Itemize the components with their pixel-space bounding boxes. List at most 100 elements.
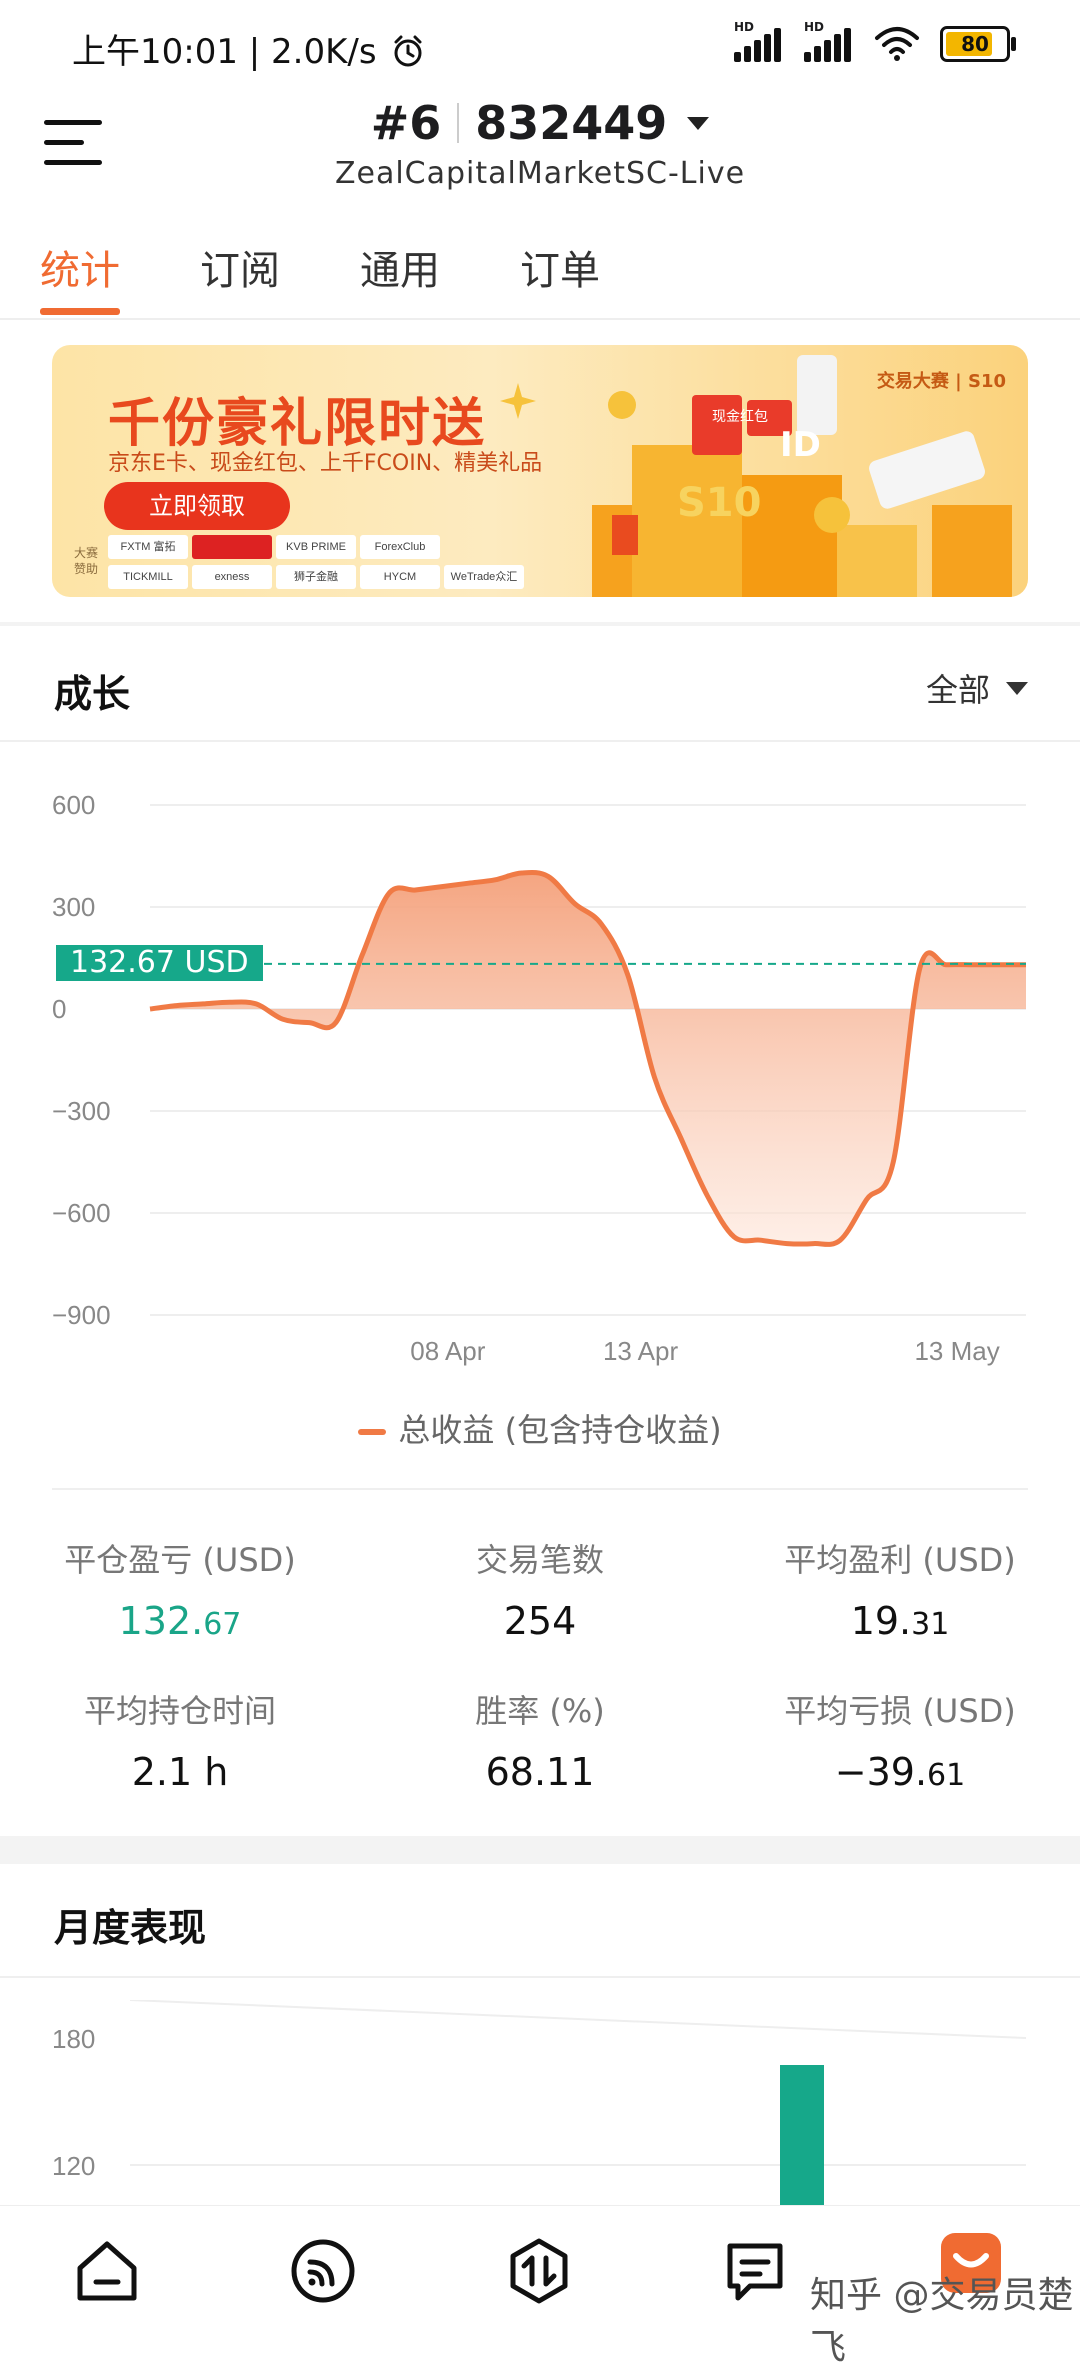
- stat-label: 平均亏损 (USD): [784, 1692, 1016, 1730]
- chevron-down-icon: [1006, 681, 1028, 695]
- y-tick-label: −600: [52, 1198, 111, 1228]
- sponsor-logo: TICKMILL: [108, 565, 188, 589]
- stat-int: 19.: [850, 1599, 912, 1643]
- x-tick-label: 13 May: [914, 1336, 999, 1366]
- promo-banner[interactable]: 千份豪礼限时送 京东E卡、现金红包、上千FCOIN、精美礼品 立即领取 大赛赞助…: [52, 345, 1028, 597]
- stat-value: 254: [360, 1599, 720, 1643]
- stat-trade-count: 交易笔数 254: [360, 1535, 720, 1643]
- id-badge: ID: [780, 425, 821, 465]
- sponsor-logo: 狮子金融: [276, 565, 356, 589]
- sponsor-label: 大赛赞助: [74, 546, 99, 576]
- stat-avg-hold-time: 平均持仓时间 2.1 h: [0, 1686, 360, 1794]
- stat-dec: 61: [927, 1758, 966, 1793]
- stat-label: 平均盈利 (USD): [784, 1541, 1016, 1579]
- hd-label-2: HD: [804, 20, 825, 34]
- tab-bar: 统计 订阅 通用 订单: [0, 228, 1080, 320]
- account-separator: [457, 103, 460, 143]
- y-tick-label: 0: [52, 994, 66, 1024]
- y-axis-labels: 600 300 0 −300 −600 −900: [52, 790, 111, 1330]
- signal-icon-2: HD: [804, 20, 854, 62]
- growth-filter-dropdown[interactable]: 全部: [926, 665, 1028, 711]
- stat-label: 胜率 (%): [475, 1692, 605, 1730]
- stat-int: 2.1 h: [131, 1750, 229, 1794]
- sponsor-logo: [444, 535, 524, 559]
- section-divider: [0, 1976, 1080, 1978]
- chart-legend: 总收益 (包含持仓收益): [0, 1405, 1080, 1451]
- section-gap: [0, 622, 1080, 626]
- sponsor-logos: FXTM 富拓 KVB PRIME ForexClub TICKMILL exn…: [108, 535, 588, 589]
- status-bar: 上午10:01 | 2.0K/s HD HD 80: [0, 0, 1080, 90]
- section-divider: [0, 740, 1080, 742]
- server-name: ZealCapitalMarketSC-Live: [334, 156, 746, 191]
- tab-subscribe[interactable]: 订阅: [200, 238, 280, 296]
- battery-icon: 80: [940, 26, 1016, 62]
- monthly-chart: 180 120: [52, 2000, 1027, 2210]
- stat-win-rate: 胜率 (%) 68.11: [360, 1686, 720, 1794]
- filter-value: 全部: [925, 671, 990, 709]
- sparkle-icon: [500, 383, 536, 419]
- home-icon[interactable]: [72, 2236, 142, 2306]
- stat-value: 2.1 h: [0, 1750, 360, 1794]
- y-tick-label: 180: [52, 2024, 95, 2054]
- section-divider: [52, 1488, 1028, 1490]
- monthly-title: 月度表现: [54, 1906, 207, 1950]
- section-gap: [0, 1836, 1080, 1864]
- stat-int: −39.: [834, 1750, 928, 1794]
- claim-now-button[interactable]: 立即领取: [104, 482, 290, 530]
- wifi-icon: [875, 27, 919, 61]
- banner-subtitle: 京东E卡、现金红包、上千FCOIN、精美礼品: [108, 451, 543, 476]
- stat-int: 68.11: [485, 1750, 595, 1794]
- stat-value: 132.67: [0, 1599, 360, 1643]
- x-tick-label: 13 Apr: [603, 1336, 679, 1366]
- stat-value: 68.11: [360, 1750, 720, 1794]
- sponsor-logo: WeTrade众汇: [444, 565, 524, 589]
- stat-dec: 67: [203, 1607, 242, 1642]
- battery-level: 80: [961, 32, 989, 56]
- sponsor-logo: [192, 535, 272, 559]
- y-tick-label: 600: [52, 790, 95, 820]
- current-value-tag: 132.67 USD: [56, 945, 263, 981]
- sponsor-logo: HYCM: [360, 565, 440, 589]
- chevron-down-icon: [687, 116, 710, 130]
- y-tick-label: 120: [52, 2151, 95, 2181]
- stat-value: 19.31: [720, 1599, 1080, 1643]
- status-time-text: 上午10:01 | 2.0K/s: [72, 32, 377, 72]
- account-index: #6: [370, 96, 442, 150]
- y-tick-label: −900: [52, 1300, 111, 1330]
- stat-int: 132.: [118, 1599, 204, 1643]
- growth-area: [150, 872, 1026, 1245]
- sponsor-logo: KVB PRIME: [276, 535, 356, 559]
- y-tick-label: −300: [52, 1096, 111, 1126]
- stat-closed-pnl: 平仓盈亏 (USD) 132.67: [0, 1535, 360, 1643]
- tab-general[interactable]: 通用: [360, 238, 440, 296]
- signal-icon: HD: [734, 20, 784, 62]
- stat-avg-loss: 平均亏损 (USD) −39.61: [720, 1686, 1080, 1794]
- status-icons: HD HD 80: [734, 20, 1016, 62]
- tab-orders[interactable]: 订单: [520, 238, 600, 296]
- gift-illustration: [592, 355, 1012, 597]
- signal-icon[interactable]: [288, 2236, 358, 2306]
- hd-label: HD: [734, 20, 755, 34]
- stat-label: 平均持仓时间: [83, 1692, 276, 1730]
- sponsor-logo: exness: [192, 565, 272, 589]
- trade-icon[interactable]: [504, 2236, 574, 2306]
- account-selector[interactable]: #6 832449 ZealCapitalMarketSC-Live: [0, 96, 1080, 191]
- watermark-text: 知乎 @交易员楚飞: [810, 2275, 1074, 2368]
- stat-label: 交易笔数: [475, 1541, 604, 1579]
- sponsor-logo: ForexClub: [360, 535, 440, 559]
- bottom-nav: 知乎 @交易员楚飞: [0, 2205, 1080, 2368]
- cash-badge: 现金红包: [712, 409, 768, 425]
- alarm-icon: [394, 35, 422, 67]
- growth-chart: 600 300 0 −300 −600 −900 08 Apr 13 Apr 13 May: [52, 790, 1026, 1366]
- growth-title: 成长: [54, 672, 131, 716]
- tab-stats[interactable]: 统计: [40, 238, 120, 296]
- legend-swatch: [358, 1429, 387, 1435]
- stat-label: 平仓盈亏 (USD): [64, 1541, 296, 1579]
- account-number: 832449: [475, 96, 668, 150]
- x-tick-label: 08 Apr: [410, 1336, 486, 1366]
- message-icon[interactable]: [720, 2236, 790, 2306]
- sponsor-logo: FXTM 富拓: [108, 535, 188, 559]
- s10-badge: S10: [677, 480, 762, 526]
- x-axis-labels: 08 Apr 13 Apr 13 May: [410, 1336, 999, 1366]
- legend-label: 总收益 (包含持仓收益): [398, 1411, 722, 1449]
